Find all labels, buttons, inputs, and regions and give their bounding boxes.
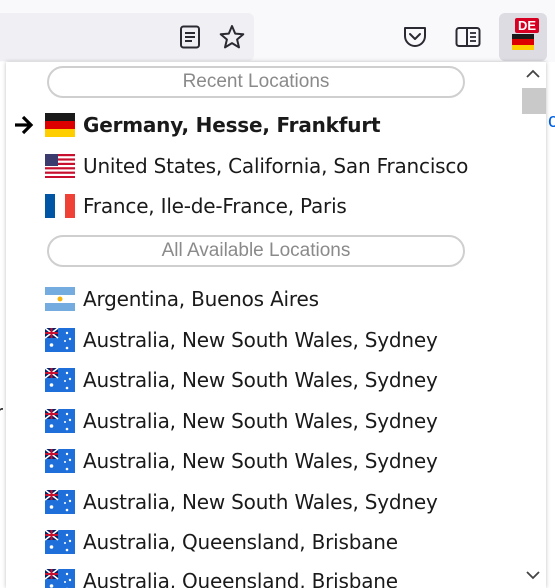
scroll-up-arrow-icon[interactable] [525,66,541,82]
location-label: Australia, New South Wales, Sydney [83,490,438,514]
current-location-arrow-icon [15,115,34,135]
location-label: Australia, New South Wales, Sydney [83,328,438,352]
location-label: United States, California, San Francisco [83,154,469,178]
recent-location-item[interactable]: United States, California, San Francisco [6,146,516,186]
location-item[interactable]: Australia, New South Wales, Sydney [6,320,516,360]
location-item[interactable]: Argentina, Buenos Aires [6,279,516,319]
australia-flag-icon [45,530,75,554]
location-label: France, Ile-de-France, Paris [83,194,347,218]
australia-flag-icon [45,409,75,433]
bookmark-star-icon[interactable] [219,24,245,50]
recent-location-item[interactable]: Germany, Hesse, Frankfurt [6,105,516,145]
reader-view-icon[interactable] [177,24,203,50]
pocket-icon[interactable] [402,24,428,50]
australia-flag-icon [45,368,75,392]
france-flag-icon [45,194,75,218]
all-locations-header: All Available Locations [47,235,465,267]
location-item[interactable]: Australia, New South Wales, Sydney [6,441,516,481]
scrollbar-thumb[interactable] [522,88,546,114]
location-item[interactable]: Australia, Queensland, Brisbane [6,522,516,562]
germany-flag-icon [512,34,534,51]
argentina-flag-icon [45,287,75,311]
location-label: Australia, New South Wales, Sydney [83,368,438,392]
location-label: Australia, Queensland, Brisbane [83,530,398,554]
background-text-fragment: c [548,110,555,132]
location-label: Germany, Hesse, Frankfurt [83,113,381,137]
location-item[interactable]: Australia, New South Wales, Sydney [6,401,516,441]
united-states-flag-icon [45,154,75,178]
url-bar[interactable] [0,13,254,61]
recent-locations-header: Recent Locations [47,66,465,98]
australia-flag-icon [45,328,75,352]
location-label: Australia, New South Wales, Sydney [83,449,438,473]
recent-location-item[interactable]: France, Ile-de-France, Paris [6,186,516,226]
scroll-down-arrow-icon[interactable] [525,567,541,583]
country-badge: DE [515,18,540,33]
location-extension-button[interactable]: DE [499,13,547,61]
popup-scrollbar[interactable] [520,62,546,588]
location-label: Australia, New South Wales, Sydney [83,409,438,433]
background-text-fragment: r [0,400,3,426]
australia-flag-icon [45,490,75,514]
browser-toolbar: DE [0,0,555,62]
germany-flag-icon [45,113,75,137]
location-popup: Recent Locations Germany, Hesse, Frankfu… [6,62,546,588]
location-item[interactable]: Australia, New South Wales, Sydney [6,360,516,400]
location-label: Australia, Queensland, Brisbane [83,569,398,588]
australia-flag-icon [45,449,75,473]
australia-flag-icon [45,569,75,588]
location-item[interactable]: Australia, Queensland, Brisbane [6,561,516,588]
location-item[interactable]: Australia, New South Wales, Sydney [6,482,516,522]
location-label: Argentina, Buenos Aires [83,287,319,311]
sidebar-icon[interactable] [455,24,481,50]
